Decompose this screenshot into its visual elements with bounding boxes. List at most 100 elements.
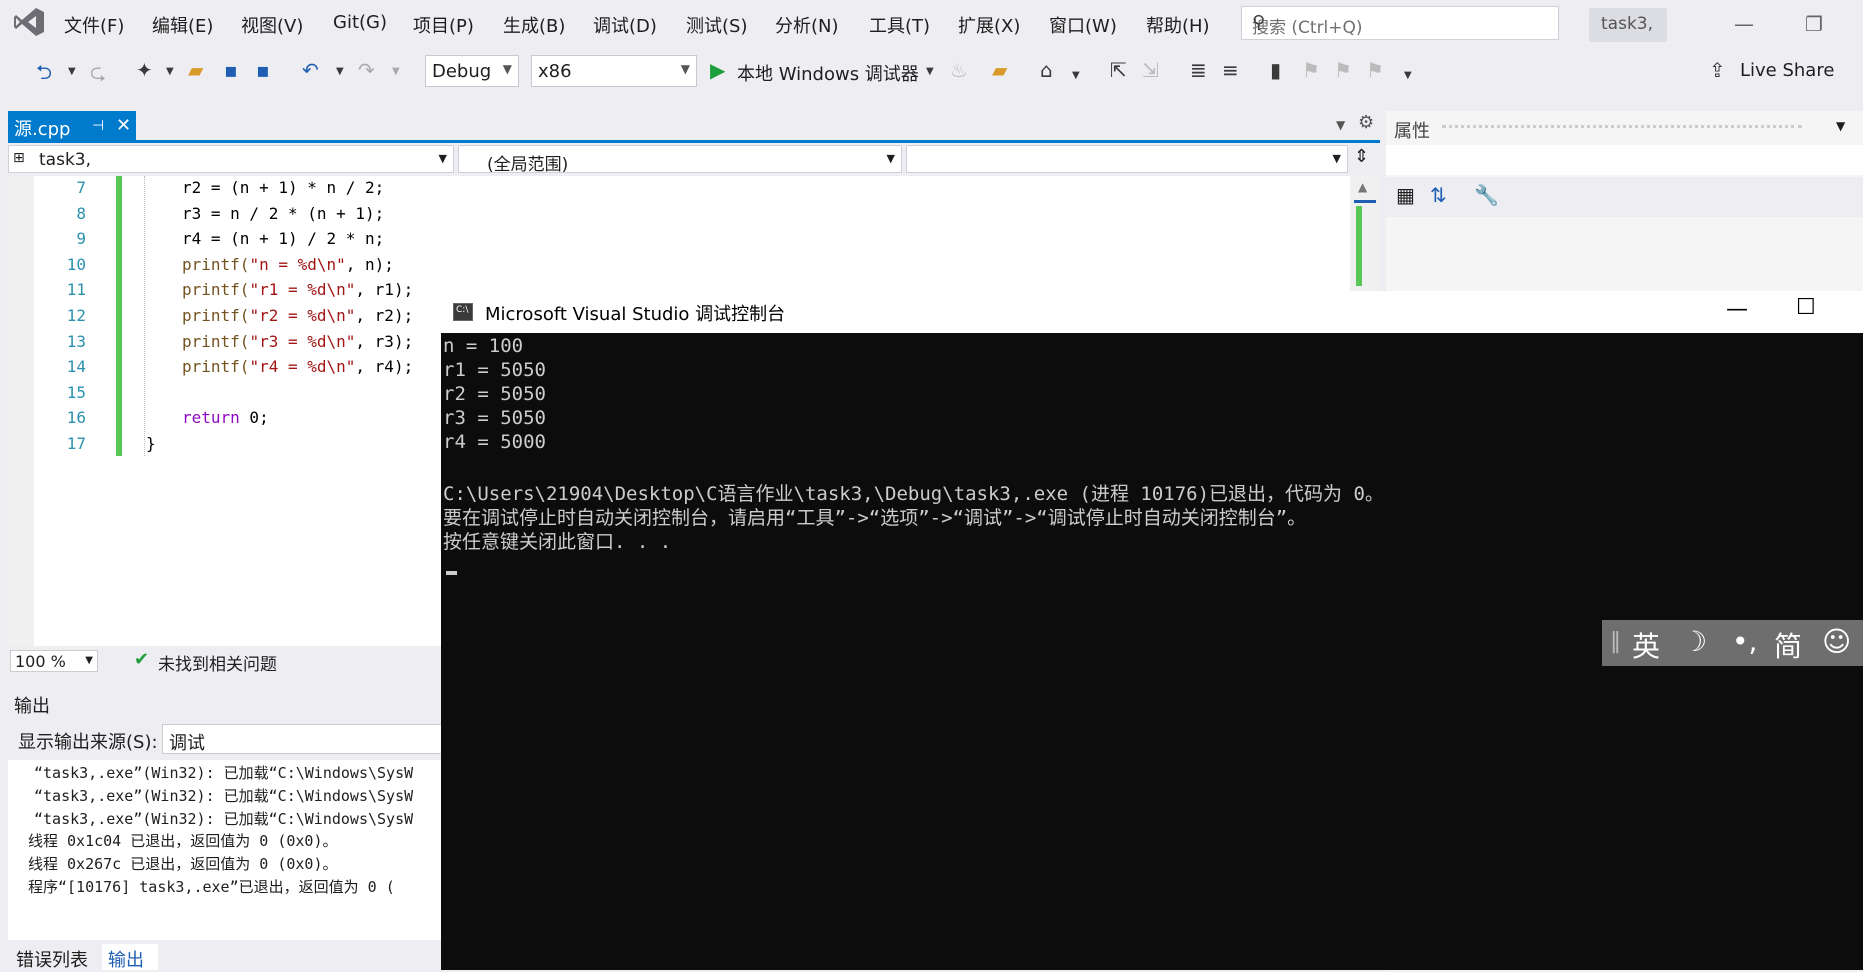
- step-into-icon[interactable]: ⇲: [1142, 58, 1159, 82]
- comment-icon[interactable]: ≣: [1190, 58, 1207, 82]
- output-line: “task3,.exe”(Win32): 已加载“C:\Windows\SysW: [34, 809, 414, 828]
- code-text: , r4);: [355, 357, 414, 377]
- tab-error-list[interactable]: 错误列表: [16, 946, 88, 972]
- line-number: 12: [66, 306, 86, 325]
- menu-git[interactable]: Git(G): [333, 12, 387, 33]
- save-icon[interactable]: ▪: [224, 58, 238, 82]
- tab-list-dropdown-icon[interactable]: ▼: [1336, 118, 1345, 132]
- properties-toolbar: ▦ ⇅ 🔧: [1386, 177, 1863, 217]
- save-all-icon[interactable]: ▪: [256, 58, 270, 82]
- menu-project[interactable]: 项目(P): [413, 12, 474, 38]
- undo-icon[interactable]: ↶: [302, 58, 319, 82]
- scroll-up-icon[interactable]: ▲: [1358, 180, 1367, 194]
- menu-tools[interactable]: 工具(T): [869, 12, 930, 38]
- ime-language-toggle[interactable]: 英: [1632, 625, 1660, 665]
- browser-link-icon[interactable]: ⌂: [1040, 58, 1053, 82]
- menu-window[interactable]: 窗口(W): [1049, 12, 1117, 38]
- back-icon[interactable]: ⮌: [36, 58, 52, 92]
- member-nav-dropdown[interactable]: ▼: [906, 145, 1348, 173]
- output-title: 输出: [14, 696, 50, 717]
- open-folder-icon[interactable]: ▰: [188, 58, 203, 82]
- menu-file[interactable]: 文件(F): [64, 12, 124, 38]
- minimize-icon[interactable]: —: [1734, 12, 1754, 36]
- config-value: Debug: [432, 61, 492, 82]
- ime-grip-icon[interactable]: ‖: [1610, 629, 1621, 654]
- output-source-dropdown[interactable]: 调试: [162, 724, 452, 754]
- debug-target-dropdown-icon[interactable]: ▼: [926, 66, 934, 77]
- forward-icon[interactable]: ⮎: [90, 58, 106, 92]
- properties-title: 属性: [1394, 121, 1430, 142]
- tab-label: 源.cpp: [14, 119, 71, 140]
- ime-simplified-toggle[interactable]: 简: [1774, 625, 1802, 665]
- menu-test[interactable]: 测试(S): [686, 12, 747, 38]
- hot-reload-icon[interactable]: ♨: [950, 58, 968, 82]
- back-dropdown-icon[interactable]: ▼: [68, 66, 76, 77]
- wrench-icon[interactable]: 🔧: [1474, 183, 1499, 207]
- string-literal: "r2 = %d\n": [249, 306, 356, 325]
- clear-bookmarks-icon[interactable]: ⚑: [1366, 58, 1384, 82]
- bookmark-icon[interactable]: ▮: [1270, 58, 1281, 82]
- chevron-down-icon: ▼: [502, 62, 512, 76]
- code-text: , n);: [345, 254, 394, 274]
- ime-width-toggle-icon[interactable]: ☽: [1682, 625, 1707, 658]
- line-number: 9: [76, 229, 86, 249]
- console-line: r4 = 5000: [443, 431, 546, 453]
- output-line: 线程 0x1c04 已退出，返回值为 0 (0x0)。: [28, 832, 338, 851]
- restore-icon[interactable]: ❐: [1805, 12, 1823, 36]
- start-debug-icon[interactable]: ▶: [710, 58, 725, 82]
- categorized-icon[interactable]: ▦: [1396, 183, 1415, 207]
- line-number: 7: [76, 178, 86, 197]
- console-minimize-icon[interactable]: —: [1726, 297, 1748, 322]
- config-dropdown[interactable]: Debug ▼: [425, 55, 519, 87]
- project-icon: ⊞: [13, 150, 25, 166]
- debug-target-button[interactable]: 本地 Windows 调试器: [737, 60, 919, 86]
- tab-output[interactable]: 输出: [102, 944, 158, 971]
- pin-icon[interactable]: ⊣: [92, 118, 104, 134]
- properties-object-selector[interactable]: [1386, 145, 1863, 175]
- tab-source-cpp[interactable]: 源.cpp ⊣ ✕: [8, 111, 136, 140]
- code-text: , r2);: [355, 306, 414, 325]
- platform-dropdown[interactable]: x86 ▼: [531, 55, 697, 87]
- code-line: }: [146, 434, 156, 453]
- code-line: r4 = (n + 1) / 2 * n;: [182, 229, 384, 248]
- menu-debug[interactable]: 调试(D): [593, 12, 657, 38]
- browser-dropdown-icon[interactable]: ▼: [1072, 70, 1080, 81]
- menu-edit[interactable]: 编辑(E): [152, 12, 213, 38]
- output-line: 线程 0x267c 已退出，返回值为 0 (0x0)。: [28, 855, 338, 874]
- toolbar-overflow-icon[interactable]: ▼: [1404, 70, 1412, 81]
- find-in-files-icon[interactable]: ▰: [992, 58, 1007, 82]
- menu-help[interactable]: 帮助(H): [1146, 12, 1210, 38]
- console-maximize-icon[interactable]: ☐: [1796, 295, 1816, 320]
- menu-analyze[interactable]: 分析(N): [775, 12, 839, 38]
- code-text: r4 = (n + 1) / 2 * n;: [182, 229, 385, 249]
- redo-icon[interactable]: ↷: [358, 58, 375, 82]
- string-literal: "r1 = %d\n": [249, 280, 356, 300]
- close-icon[interactable]: ✕: [116, 115, 131, 136]
- new-dropdown-icon[interactable]: ▼: [166, 66, 174, 77]
- live-share-icon[interactable]: ⇪: [1709, 58, 1726, 82]
- gear-icon[interactable]: ⚙: [1358, 112, 1374, 133]
- menu-view[interactable]: 视图(V): [241, 12, 303, 38]
- prev-bookmark-icon[interactable]: ⚑: [1302, 58, 1320, 82]
- redo-dropdown-icon[interactable]: ▼: [392, 66, 400, 77]
- new-project-icon[interactable]: ✦: [136, 58, 153, 82]
- alphabetical-sort-icon[interactable]: ⇅: [1430, 183, 1447, 207]
- split-icon[interactable]: ⇕: [1354, 146, 1369, 167]
- scope-nav-dropdown[interactable]: (全局范围) ▼: [458, 145, 902, 175]
- live-share-button[interactable]: Live Share: [1740, 60, 1834, 81]
- project-nav-dropdown[interactable]: ⊞ task3, ▼: [8, 145, 454, 173]
- menu-extensions[interactable]: 扩展(X): [958, 12, 1020, 38]
- issues-status[interactable]: 未找到相关问题: [158, 650, 277, 675]
- undo-dropdown-icon[interactable]: ▼: [336, 66, 344, 77]
- panel-options-icon[interactable]: ▼: [1836, 119, 1845, 133]
- line-number: 17: [66, 434, 86, 453]
- next-bookmark-icon[interactable]: ⚑: [1334, 58, 1352, 82]
- ime-punctuation-toggle-icon[interactable]: •,: [1732, 625, 1757, 658]
- line-number: 15: [66, 382, 86, 402]
- uncomment-icon[interactable]: ≡: [1222, 58, 1239, 82]
- search-input[interactable]: 搜索 (Ctrl+Q) ⚲: [1241, 6, 1559, 40]
- step-icon[interactable]: ⇱: [1110, 58, 1127, 82]
- menu-build[interactable]: 生成(B): [503, 12, 565, 38]
- ime-emoji-icon[interactable]: ☺: [1822, 625, 1851, 658]
- zoom-dropdown[interactable]: 100 % ▼: [10, 650, 98, 672]
